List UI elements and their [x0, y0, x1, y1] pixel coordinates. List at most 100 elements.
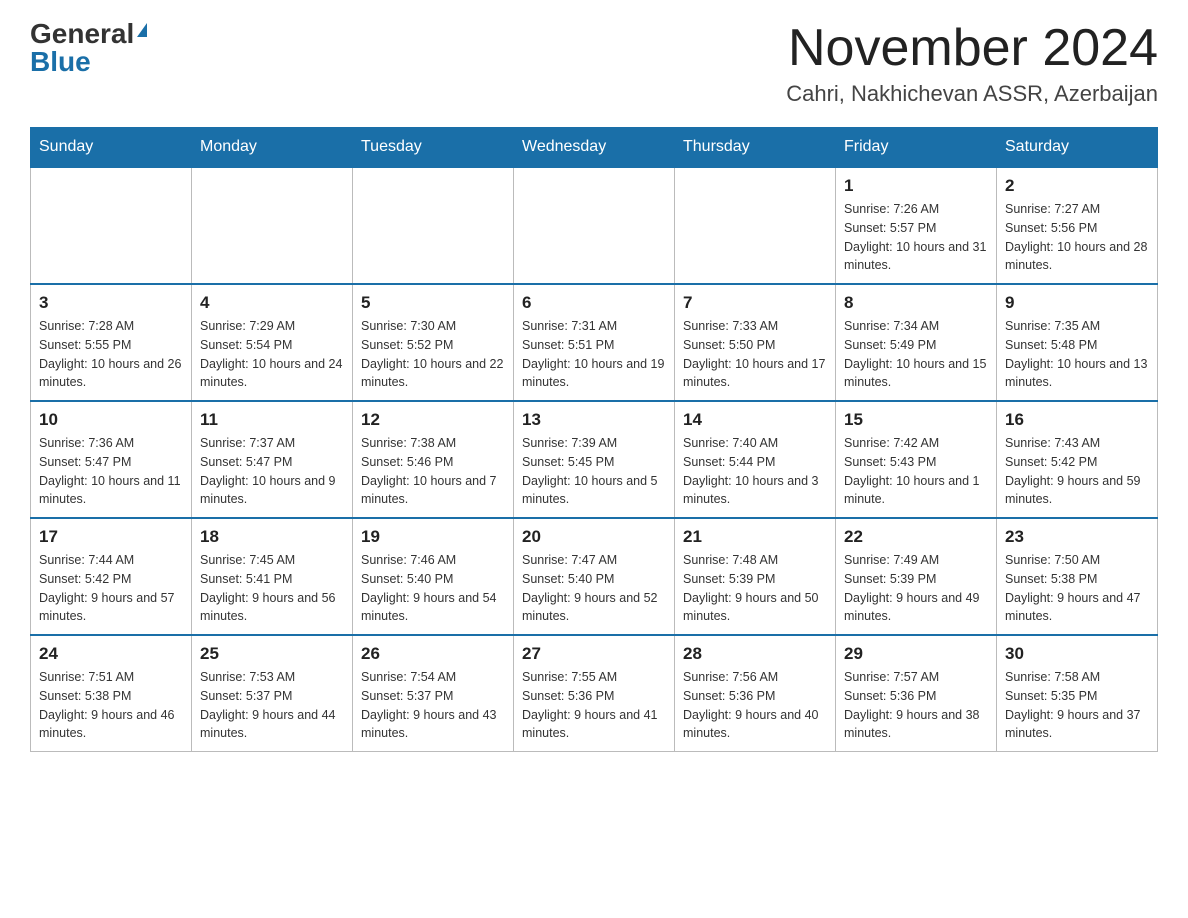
- calendar-cell: 1Sunrise: 7:26 AM Sunset: 5:57 PM Daylig…: [836, 167, 997, 284]
- day-info: Sunrise: 7:47 AM Sunset: 5:40 PM Dayligh…: [522, 551, 666, 626]
- day-info: Sunrise: 7:30 AM Sunset: 5:52 PM Dayligh…: [361, 317, 505, 392]
- calendar-cell: 2 Sunrise: 7:27 AM Sunset: 5:56 PM Daylig…: [997, 167, 1158, 284]
- day-number: 28: [683, 644, 827, 664]
- day-info: Sunrise: 7:36 AM Sunset: 5:47 PM Dayligh…: [39, 434, 183, 509]
- location-text: Cahri, Nakhichevan ASSR, Azerbaijan: [786, 81, 1158, 107]
- day-info: Sunrise: 7:38 AM Sunset: 5:46 PM Dayligh…: [361, 434, 505, 509]
- day-number: 12: [361, 410, 505, 430]
- day-number: 3: [39, 293, 183, 313]
- calendar-cell: 21 Sunrise: 7:48 AM Sunset: 5:39 PM Dayli…: [675, 518, 836, 635]
- day-number: 20: [522, 527, 666, 547]
- day-info: Sunrise: 7:56 AM Sunset: 5:36 PM Dayligh…: [683, 668, 827, 743]
- logo-triangle-icon: [137, 23, 147, 37]
- day-info: Sunrise: 7:49 AM Sunset: 5:39 PM Dayligh…: [844, 551, 988, 626]
- calendar-cell: [192, 167, 353, 284]
- logo-general-text: General: [30, 20, 134, 48]
- calendar-cell: [353, 167, 514, 284]
- day-number: 25: [200, 644, 344, 664]
- day-number: 17: [39, 527, 183, 547]
- calendar-cell: 19Sunrise: 7:46 AM Sunset: 5:40 PM Dayli…: [353, 518, 514, 635]
- day-info: Sunrise: 7:31 AM Sunset: 5:51 PM Dayligh…: [522, 317, 666, 392]
- calendar-cell: 13Sunrise: 7:39 AM Sunset: 5:45 PM Dayli…: [514, 401, 675, 518]
- day-number: 30: [1005, 644, 1149, 664]
- calendar-cell: 8 Sunrise: 7:34 AM Sunset: 5:49 PM Daylig…: [836, 284, 997, 401]
- day-number: 26: [361, 644, 505, 664]
- day-info: Sunrise: 7:48 AM Sunset: 5:39 PM Dayligh…: [683, 551, 827, 626]
- day-number: 7: [683, 293, 827, 313]
- week-row: 1Sunrise: 7:26 AM Sunset: 5:57 PM Daylig…: [31, 167, 1158, 284]
- calendar-table: SundayMondayTuesdayWednesdayThursdayFrid…: [30, 127, 1158, 752]
- day-of-week-header: Wednesday: [514, 128, 675, 168]
- day-number: 21: [683, 527, 827, 547]
- calendar-cell: 28 Sunrise: 7:56 AM Sunset: 5:36 PM Dayli…: [675, 635, 836, 752]
- day-number: 6: [522, 293, 666, 313]
- day-of-week-header: Friday: [836, 128, 997, 168]
- month-title: November 2024: [786, 20, 1158, 77]
- logo: General Blue: [30, 20, 147, 76]
- calendar-cell: [675, 167, 836, 284]
- calendar-cell: 22 Sunrise: 7:49 AM Sunset: 5:39 PM Dayli…: [836, 518, 997, 635]
- day-info: Sunrise: 7:42 AM Sunset: 5:43 PM Dayligh…: [844, 434, 988, 509]
- calendar-cell: 12 Sunrise: 7:38 AM Sunset: 5:46 PM Dayli…: [353, 401, 514, 518]
- day-of-week-header: Tuesday: [353, 128, 514, 168]
- day-info: Sunrise: 7:33 AM Sunset: 5:50 PM Dayligh…: [683, 317, 827, 392]
- day-number: 5: [361, 293, 505, 313]
- day-number: 14: [683, 410, 827, 430]
- calendar-cell: [514, 167, 675, 284]
- calendar-cell: 6 Sunrise: 7:31 AM Sunset: 5:51 PM Daylig…: [514, 284, 675, 401]
- calendar-cell: 26 Sunrise: 7:54 AM Sunset: 5:37 PM Dayli…: [353, 635, 514, 752]
- day-number: 24: [39, 644, 183, 664]
- day-of-week-header: Sunday: [31, 128, 192, 168]
- logo-blue-text: Blue: [30, 46, 91, 77]
- day-number: 13: [522, 410, 666, 430]
- day-info: Sunrise: 7:58 AM Sunset: 5:35 PM Dayligh…: [1005, 668, 1149, 743]
- day-number: 2: [1005, 176, 1149, 196]
- calendar-cell: 17Sunrise: 7:44 AM Sunset: 5:42 PM Dayli…: [31, 518, 192, 635]
- day-info: Sunrise: 7:27 AM Sunset: 5:56 PM Dayligh…: [1005, 200, 1149, 275]
- day-info: Sunrise: 7:35 AM Sunset: 5:48 PM Dayligh…: [1005, 317, 1149, 392]
- day-info: Sunrise: 7:28 AM Sunset: 5:55 PM Dayligh…: [39, 317, 183, 392]
- week-row: 3 Sunrise: 7:28 AM Sunset: 5:55 PM Daylig…: [31, 284, 1158, 401]
- day-number: 18: [200, 527, 344, 547]
- calendar-cell: 11Sunrise: 7:37 AM Sunset: 5:47 PM Dayli…: [192, 401, 353, 518]
- page-header: General Blue November 2024 Cahri, Nakhic…: [30, 20, 1158, 107]
- calendar-header-row: SundayMondayTuesdayWednesdayThursdayFrid…: [31, 128, 1158, 168]
- calendar-cell: 30 Sunrise: 7:58 AM Sunset: 5:35 PM Dayli…: [997, 635, 1158, 752]
- week-row: 10 Sunrise: 7:36 AM Sunset: 5:47 PM Dayli…: [31, 401, 1158, 518]
- calendar-cell: 3 Sunrise: 7:28 AM Sunset: 5:55 PM Daylig…: [31, 284, 192, 401]
- day-of-week-header: Monday: [192, 128, 353, 168]
- calendar-cell: 16Sunrise: 7:43 AM Sunset: 5:42 PM Dayli…: [997, 401, 1158, 518]
- week-row: 17Sunrise: 7:44 AM Sunset: 5:42 PM Dayli…: [31, 518, 1158, 635]
- day-number: 16: [1005, 410, 1149, 430]
- day-info: Sunrise: 7:54 AM Sunset: 5:37 PM Dayligh…: [361, 668, 505, 743]
- day-info: Sunrise: 7:40 AM Sunset: 5:44 PM Dayligh…: [683, 434, 827, 509]
- calendar-cell: 27 Sunrise: 7:55 AM Sunset: 5:36 PM Dayli…: [514, 635, 675, 752]
- day-info: Sunrise: 7:55 AM Sunset: 5:36 PM Dayligh…: [522, 668, 666, 743]
- day-info: Sunrise: 7:34 AM Sunset: 5:49 PM Dayligh…: [844, 317, 988, 392]
- day-number: 1: [844, 176, 988, 196]
- day-number: 9: [1005, 293, 1149, 313]
- day-info: Sunrise: 7:50 AM Sunset: 5:38 PM Dayligh…: [1005, 551, 1149, 626]
- calendar-cell: 24 Sunrise: 7:51 AM Sunset: 5:38 PM Dayli…: [31, 635, 192, 752]
- calendar-cell: 7 Sunrise: 7:33 AM Sunset: 5:50 PM Daylig…: [675, 284, 836, 401]
- day-number: 27: [522, 644, 666, 664]
- day-number: 22: [844, 527, 988, 547]
- calendar-cell: 15Sunrise: 7:42 AM Sunset: 5:43 PM Dayli…: [836, 401, 997, 518]
- day-number: 8: [844, 293, 988, 313]
- calendar-cell: 20 Sunrise: 7:47 AM Sunset: 5:40 PM Dayli…: [514, 518, 675, 635]
- day-info: Sunrise: 7:57 AM Sunset: 5:36 PM Dayligh…: [844, 668, 988, 743]
- day-info: Sunrise: 7:51 AM Sunset: 5:38 PM Dayligh…: [39, 668, 183, 743]
- calendar-cell: 29 Sunrise: 7:57 AM Sunset: 5:36 PM Dayli…: [836, 635, 997, 752]
- day-info: Sunrise: 7:37 AM Sunset: 5:47 PM Dayligh…: [200, 434, 344, 509]
- day-number: 29: [844, 644, 988, 664]
- calendar-cell: 14 Sunrise: 7:40 AM Sunset: 5:44 PM Dayli…: [675, 401, 836, 518]
- day-info: Sunrise: 7:46 AM Sunset: 5:40 PM Dayligh…: [361, 551, 505, 626]
- day-number: 23: [1005, 527, 1149, 547]
- calendar-cell: 10 Sunrise: 7:36 AM Sunset: 5:47 PM Dayli…: [31, 401, 192, 518]
- day-of-week-header: Thursday: [675, 128, 836, 168]
- day-info: Sunrise: 7:53 AM Sunset: 5:37 PM Dayligh…: [200, 668, 344, 743]
- day-info: Sunrise: 7:29 AM Sunset: 5:54 PM Dayligh…: [200, 317, 344, 392]
- calendar-cell: 23 Sunrise: 7:50 AM Sunset: 5:38 PM Dayli…: [997, 518, 1158, 635]
- title-block: November 2024 Cahri, Nakhichevan ASSR, A…: [786, 20, 1158, 107]
- day-number: 10: [39, 410, 183, 430]
